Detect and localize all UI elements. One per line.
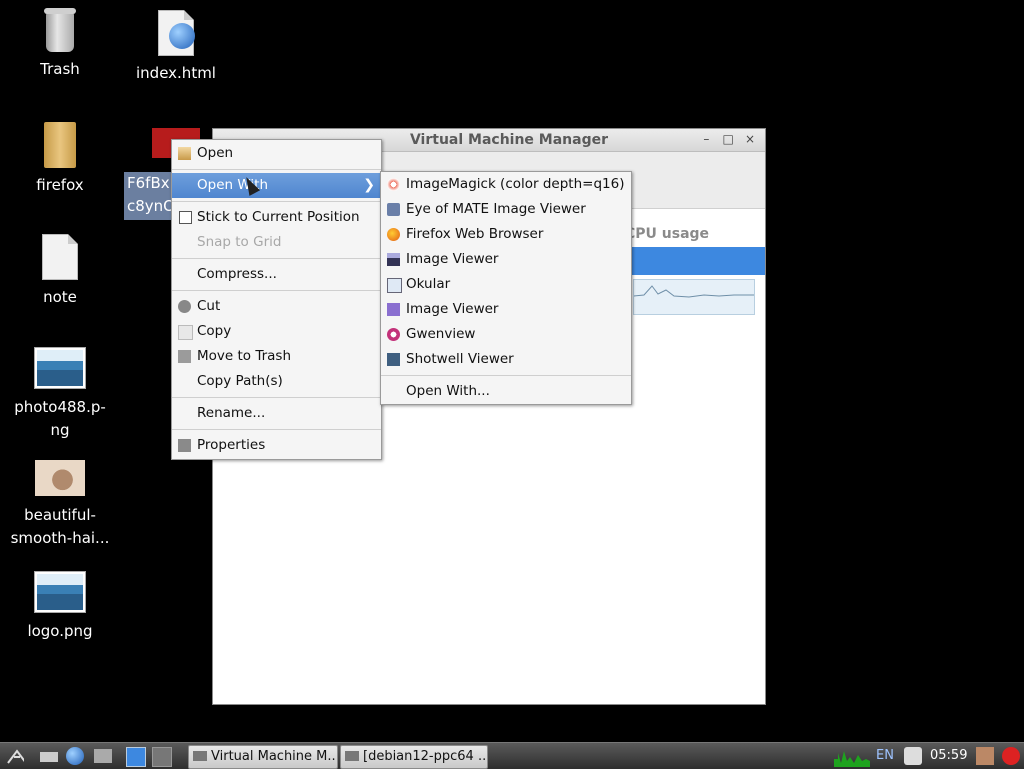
desktop-icon-index-html[interactable]: index.html xyxy=(121,0,231,85)
properties-icon xyxy=(178,439,191,452)
submenu-item-okular[interactable]: Okular xyxy=(381,272,631,297)
desktop-icon-note[interactable]: note xyxy=(5,224,115,309)
image-viewer-alt-icon xyxy=(387,303,400,316)
menu-item-move-to-trash[interactable]: Move to Trash xyxy=(172,344,381,369)
start-menu-icon[interactable] xyxy=(6,747,24,765)
submenu-item-image-viewer[interactable]: Image Viewer xyxy=(381,247,631,272)
folder-icon xyxy=(44,122,76,168)
selected-file-label-line1: F6fBx xyxy=(127,174,170,192)
cpu-monitor-icon xyxy=(834,751,870,767)
submenu-item-imagemagick[interactable]: ImageMagick (color depth=q16) xyxy=(381,172,631,197)
menu-separator xyxy=(172,169,381,170)
menu-item-snap-to-grid: Snap to Grid xyxy=(197,234,282,250)
firefox-icon xyxy=(387,228,400,241)
cut-icon xyxy=(178,300,191,313)
copy-icon xyxy=(178,325,193,340)
menu-item-rename[interactable]: Rename... xyxy=(172,401,381,426)
submenu-item-eye-of-mate[interactable]: Eye of MATE Image Viewer xyxy=(381,197,631,222)
desktop-2-icon[interactable] xyxy=(152,747,172,767)
desktop-icon-trash[interactable]: Trash xyxy=(5,0,115,81)
keyboard-layout-indicator[interactable]: EN xyxy=(876,743,894,769)
open-icon xyxy=(178,147,191,160)
submenu-item-image-viewer-2[interactable]: Image Viewer xyxy=(381,297,631,322)
menu-separator xyxy=(172,258,381,259)
imagemagick-icon xyxy=(387,178,400,191)
menu-item-open-with[interactable]: Open With ❯ xyxy=(172,173,381,198)
desktop-icon-logo[interactable]: logo.png xyxy=(5,560,115,643)
close-button[interactable]: × xyxy=(741,132,759,146)
eye-of-mate-icon xyxy=(387,203,400,216)
taskbar-task-virtual-machine-manager[interactable]: Virtual Machine M... xyxy=(188,745,338,769)
file-manager-icon[interactable] xyxy=(40,752,58,762)
menu-separator xyxy=(172,201,381,202)
chevron-right-icon: ❯ xyxy=(363,177,375,193)
taskbar: Virtual Machine M... [debian12-ppc64 ...… xyxy=(0,742,1024,769)
menu-item-stick-to-position[interactable]: Stick to Current Position xyxy=(172,205,381,230)
menu-item-copy[interactable]: Copy xyxy=(172,319,381,344)
clock[interactable]: 05:59 xyxy=(930,743,967,769)
window-switcher-icon[interactable] xyxy=(94,749,112,763)
selected-file-label-line2: c8ynO xyxy=(127,197,175,215)
submenu-item-shotwell[interactable]: Shotwell Viewer xyxy=(381,347,631,372)
desktop-1-icon[interactable] xyxy=(126,747,146,767)
trash-icon xyxy=(44,8,76,52)
menu-separator xyxy=(172,290,381,291)
desktop-icon-label: logo.png xyxy=(27,622,93,640)
user-icon[interactable] xyxy=(976,747,994,765)
desktop-icon-label-line1: beautiful- xyxy=(24,506,96,524)
selected-vm-row[interactable] xyxy=(631,247,765,275)
taskbar-task-debian12-ppc64[interactable]: [debian12-ppc64 ... xyxy=(340,745,488,769)
desktop-icon-label: firefox xyxy=(36,176,84,194)
web-browser-icon[interactable] xyxy=(66,747,84,765)
shotwell-icon xyxy=(387,353,400,366)
selected-file-label[interactable]: F6fBx c8ynO xyxy=(124,172,177,220)
gwenview-icon xyxy=(387,328,400,341)
okular-icon xyxy=(387,278,402,293)
submenu-item-open-with-other[interactable]: Open With... xyxy=(381,379,631,404)
submenu-item-gwenview[interactable]: Gwenview xyxy=(381,322,631,347)
desktop-icon-label-line1: photo488.p- xyxy=(14,398,106,416)
menu-item-compress[interactable]: Compress... xyxy=(172,262,381,287)
menu-item-open[interactable]: Open xyxy=(172,141,381,166)
image-icon xyxy=(35,348,85,388)
menu-separator xyxy=(381,375,631,376)
maximize-button[interactable]: □ xyxy=(719,132,737,146)
desktop-icon-beautiful-smooth[interactable]: beautiful- smooth-hai... xyxy=(5,448,115,550)
menu-item-copy-paths[interactable]: Copy Path(s) xyxy=(172,369,381,394)
file-context-menu: Open Open With ❯ Stick to Current Positio… xyxy=(171,139,382,460)
image-icon xyxy=(35,572,85,612)
cpu-usage-column-header[interactable]: CPU usage xyxy=(625,226,709,242)
menu-separator xyxy=(172,429,381,430)
vm-icon xyxy=(345,751,359,761)
desktop-icon-firefox-folder[interactable]: firefox xyxy=(5,112,115,197)
menu-item-cut[interactable]: Cut xyxy=(172,294,381,319)
desktop-icon-label-line2: ng xyxy=(50,421,70,439)
image-viewer-icon xyxy=(387,253,400,266)
web-file-icon xyxy=(158,10,195,56)
desktop-icon-label-line2: smooth-hai... xyxy=(10,529,110,547)
text-file-icon xyxy=(42,234,78,280)
minimize-button[interactable]: – xyxy=(697,132,715,146)
desktop-icon-label: index.html xyxy=(136,64,216,82)
search-icon[interactable] xyxy=(904,747,922,765)
open-with-submenu: ImageMagick (color depth=q16) Eye of MAT… xyxy=(380,171,632,405)
cpu-usage-graph xyxy=(633,279,755,315)
submenu-item-firefox[interactable]: Firefox Web Browser xyxy=(381,222,631,247)
trash-icon xyxy=(178,350,191,363)
vm-icon xyxy=(193,751,207,761)
desktop-icon-photo488[interactable]: photo488.p- ng xyxy=(5,336,115,442)
checkbox-icon[interactable] xyxy=(179,211,192,224)
power-icon[interactable] xyxy=(1002,747,1020,765)
desktop-icon-label: note xyxy=(43,288,77,306)
cpu-usage-sparkline xyxy=(633,285,754,298)
menu-item-properties[interactable]: Properties xyxy=(172,433,381,458)
menu-separator xyxy=(172,397,381,398)
desktop-icon-label: Trash xyxy=(40,60,80,78)
cat-photo-icon xyxy=(35,460,85,496)
